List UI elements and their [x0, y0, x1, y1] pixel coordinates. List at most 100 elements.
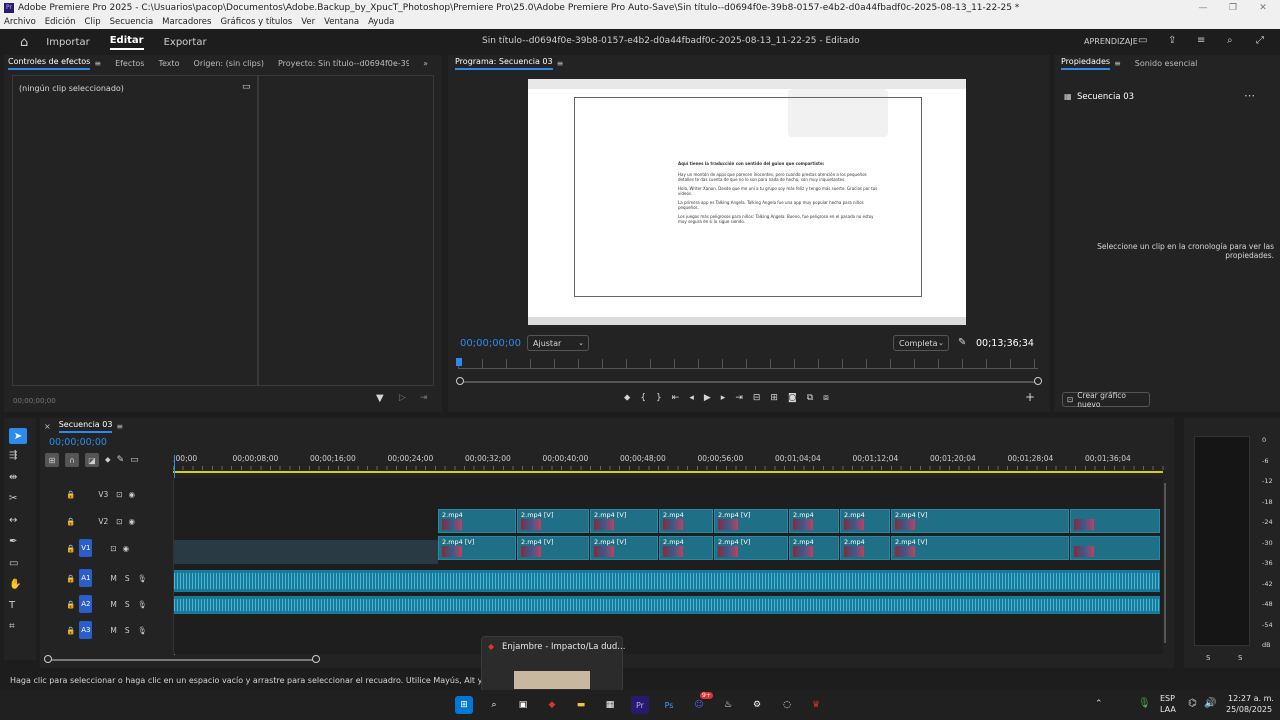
program-timecode[interactable]: 00;00;00;00	[460, 338, 521, 349]
toggle-timeline-icon[interactable]: ▭	[242, 82, 251, 92]
type-tool-icon[interactable]: T	[9, 600, 15, 611]
clip-v2-2[interactable]: 2.mp4 [V]	[517, 509, 589, 533]
quality-dropdown[interactable]: Completa ⌄	[893, 335, 949, 351]
mic-tray-icon[interactable]: 🎙	[1138, 698, 1151, 709]
mute-button[interactable]: M	[110, 600, 116, 609]
timeline-vscroll[interactable]	[1164, 483, 1166, 643]
windows-start-icon[interactable]: ⊞	[455, 696, 473, 714]
audio-clip-a2[interactable]	[174, 596, 1160, 614]
lock-icon[interactable]: 🔒	[66, 517, 75, 526]
tray-overflow-icon[interactable]: ⌃	[1095, 699, 1103, 709]
settings-wrench-icon[interactable]: ✎	[958, 337, 966, 348]
panel-layout-icon[interactable]: ▭	[1138, 35, 1147, 46]
tab-essential-sound[interactable]: Sonido esencial	[1135, 59, 1198, 68]
slip-tool-icon[interactable]: ↔	[9, 515, 17, 526]
clip-v1-2[interactable]: 2.mp4 [V]	[517, 536, 589, 560]
work-area-bar[interactable]	[173, 471, 1163, 473]
razor-tool-icon[interactable]: ✂	[9, 493, 17, 504]
nest-icon[interactable]: ◪	[85, 453, 99, 467]
lock-icon[interactable]: 🔒	[66, 600, 75, 609]
wifi-icon[interactable]: ⌬	[1188, 698, 1197, 709]
play-icon[interactable]: ▶	[704, 393, 711, 403]
clip-v2-8[interactable]: 2.mp4 [V]	[891, 509, 1069, 533]
hscroll-handle-right[interactable]	[312, 655, 320, 663]
sync-lock-icon[interactable]: ⊡	[110, 544, 116, 553]
clip-v1-3[interactable]: 2.mp4 [V]	[590, 536, 658, 560]
mute-button[interactable]: M	[110, 574, 116, 583]
clip-v2-7[interactable]: 2.mp4	[840, 509, 890, 533]
properties-menu-icon[interactable]: ≡	[1114, 59, 1121, 68]
clip-v2-3[interactable]: 2.mp4 [V]	[590, 509, 658, 533]
rectangle-tool-icon[interactable]: ▭	[9, 558, 18, 569]
close-icon[interactable]: ✕	[1248, 0, 1278, 15]
filter-icon[interactable]: ▼	[376, 393, 384, 404]
eye-icon[interactable]: ◉	[129, 517, 136, 526]
meter-solo-left[interactable]: S	[1206, 654, 1210, 662]
timeline-ruler[interactable]: ;00;00 00;00;08;00 00;00;16;00 00;00;24;00 0…	[173, 454, 1168, 474]
settings-gear-icon[interactable]: ⚙	[748, 696, 766, 714]
menu-clip[interactable]: Clip	[85, 17, 101, 27]
selection-tool-icon[interactable]: ➤	[9, 428, 27, 444]
timeline-hscroll[interactable]	[48, 659, 318, 661]
microphone-icon[interactable]: 🎙	[138, 574, 148, 583]
track-target-v1[interactable]: V1	[79, 539, 93, 557]
tab-exportar[interactable]: Exportar	[164, 37, 207, 48]
timeline-settings-icon[interactable]: ✎	[117, 455, 125, 465]
tab-text[interactable]: Texto	[158, 59, 179, 68]
task-view-icon[interactable]: ▣	[514, 696, 532, 714]
steam-app-icon[interactable]: ♨	[719, 696, 737, 714]
scroll-handle-left[interactable]	[456, 377, 464, 385]
tab-properties[interactable]: Propiedades	[1061, 57, 1111, 70]
menu-secuencia[interactable]: Secuencia	[110, 17, 154, 27]
add-button-icon[interactable]: +	[1025, 390, 1035, 404]
solo-button[interactable]: S	[125, 626, 130, 635]
antivirus-app-icon[interactable]: ♛	[807, 696, 825, 714]
clip-v2-9[interactable]	[1070, 509, 1160, 533]
more-tabs-icon[interactable]: »	[423, 59, 428, 68]
menu-edicion[interactable]: Edición	[45, 17, 76, 27]
snap-icon[interactable]: ⊞	[45, 453, 59, 467]
timeline-menu-icon[interactable]: ≡	[116, 422, 123, 431]
clip-v1-6[interactable]: 2.mp4	[789, 536, 839, 560]
go-to-in-icon[interactable]: ⇤	[672, 393, 680, 403]
app-icon[interactable]: ◌	[778, 696, 796, 714]
keyboard-layout[interactable]: LAA	[1160, 705, 1176, 714]
menu-ayuda[interactable]: Ayuda	[368, 17, 394, 27]
extract-icon[interactable]: ⊞	[770, 393, 778, 403]
photoshop-app-icon[interactable]: Ps	[660, 696, 678, 714]
clip-v1-8[interactable]: 2.mp4 [V]	[891, 536, 1069, 560]
clip-v2-4[interactable]: 2.mp4	[659, 509, 713, 533]
track-target-a2[interactable]: A2	[79, 595, 93, 613]
share-icon[interactable]: ⇪	[1168, 35, 1176, 46]
eye-icon[interactable]: ◉	[123, 544, 130, 553]
menu-graficos[interactable]: Gráficos y títulos	[220, 17, 292, 27]
step-forward-icon[interactable]: ▸	[721, 393, 726, 403]
menu-marcadores[interactable]: Marcadores	[162, 17, 211, 27]
linked-selection-icon[interactable]: ∩	[65, 453, 79, 467]
clip-v2-1[interactable]: 2.mp4	[438, 509, 516, 533]
solo-button[interactable]: S	[125, 574, 130, 583]
tab-menu-icon[interactable]: ≡	[94, 59, 101, 68]
search-icon[interactable]: ⌕	[485, 696, 503, 714]
step-back-icon[interactable]: ◂	[689, 393, 694, 403]
clip-v1-5[interactable]: 2.mp4 [V]	[714, 536, 788, 560]
lock-icon[interactable]: 🔒	[66, 544, 75, 553]
language-indicator[interactable]: ESP	[1160, 694, 1175, 703]
timeline-track-area[interactable]: 2.mp4 2.mp4 [V] 2.mp4 [V] 2.mp4 2.mp4 [V…	[173, 478, 1163, 654]
tab-project[interactable]: Proyecto: Sin título--d0694f0e-39b8-0157…	[278, 59, 409, 68]
mark-in-icon[interactable]: {	[640, 393, 646, 403]
pen-tool-icon[interactable]: ✒	[9, 536, 17, 547]
clip-v1-4[interactable]: 2.mp4	[659, 536, 713, 560]
tab-effects[interactable]: Efectos	[115, 59, 144, 68]
hscroll-handle-left[interactable]	[44, 655, 52, 663]
clip-v1-1[interactable]: 2.mp4 [V]	[438, 536, 516, 560]
track-target-a3[interactable]: A3	[79, 621, 93, 639]
create-graphic-button[interactable]: ⊡ Crear gráfico nuevo	[1062, 391, 1150, 409]
workspaces-icon[interactable]: ≡	[1197, 35, 1205, 46]
export-frame-icon[interactable]: ◙	[788, 393, 797, 403]
menu-ventana[interactable]: Ventana	[324, 17, 359, 27]
sync-lock-icon[interactable]: ⊡	[116, 517, 122, 526]
tab-source[interactable]: Origen: (sin clips)	[194, 59, 264, 68]
lift-icon[interactable]: ⊟	[753, 393, 761, 403]
v1-early-clips[interactable]	[174, 540, 438, 564]
